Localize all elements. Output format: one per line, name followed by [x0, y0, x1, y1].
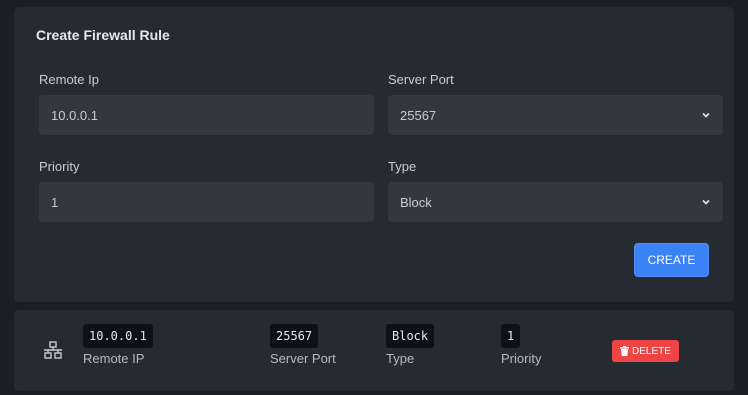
- create-firewall-rule-panel: Create Firewall Rule Remote Ip 10.0.0.1 …: [14, 7, 734, 302]
- priority-input[interactable]: 1: [39, 182, 374, 222]
- priority-value: 1: [51, 194, 59, 210]
- server-port-select[interactable]: 25567: [388, 95, 723, 135]
- type-select[interactable]: Block: [388, 182, 723, 222]
- server-port-value: 25567: [400, 107, 437, 123]
- rule-server-port: 25567 Server Port: [270, 324, 336, 366]
- form-title: Create Firewall Rule: [36, 27, 170, 43]
- chevron-down-icon: [701, 197, 711, 207]
- network-icon: [44, 341, 62, 359]
- create-button[interactable]: CREATE: [634, 243, 709, 277]
- server-port-label: Server Port: [388, 72, 454, 87]
- rule-type: Block Type: [386, 324, 435, 366]
- firewall-rule-row: 10.0.0.1 Remote IP 25567 Server Port Blo…: [14, 310, 734, 391]
- rule-priority: 1 Priority: [501, 324, 541, 366]
- type-value: Block: [400, 194, 432, 210]
- trash-icon: [620, 346, 629, 356]
- type-label: Type: [388, 159, 417, 174]
- remote-ip-label: Remote Ip: [39, 72, 99, 87]
- rule-server-port-label: Server Port: [270, 351, 336, 366]
- chevron-down-icon: [701, 110, 711, 120]
- rule-type-value: Block: [386, 324, 435, 348]
- rule-remote-ip-value: 10.0.0.1: [83, 324, 153, 348]
- rule-remote-ip: 10.0.0.1 Remote IP: [83, 324, 153, 366]
- rule-remote-ip-label: Remote IP: [83, 351, 145, 366]
- rule-server-port-value: 25567: [270, 324, 319, 348]
- priority-label: Priority: [39, 159, 80, 174]
- rule-priority-label: Priority: [501, 351, 542, 366]
- rule-priority-value: 1: [501, 324, 521, 348]
- rule-type-label: Type: [386, 351, 415, 366]
- delete-label: DELETE: [632, 345, 671, 357]
- remote-ip-input[interactable]: 10.0.0.1: [39, 95, 374, 135]
- remote-ip-value: 10.0.0.1: [51, 107, 98, 123]
- delete-rule-button[interactable]: DELETE: [612, 340, 679, 362]
